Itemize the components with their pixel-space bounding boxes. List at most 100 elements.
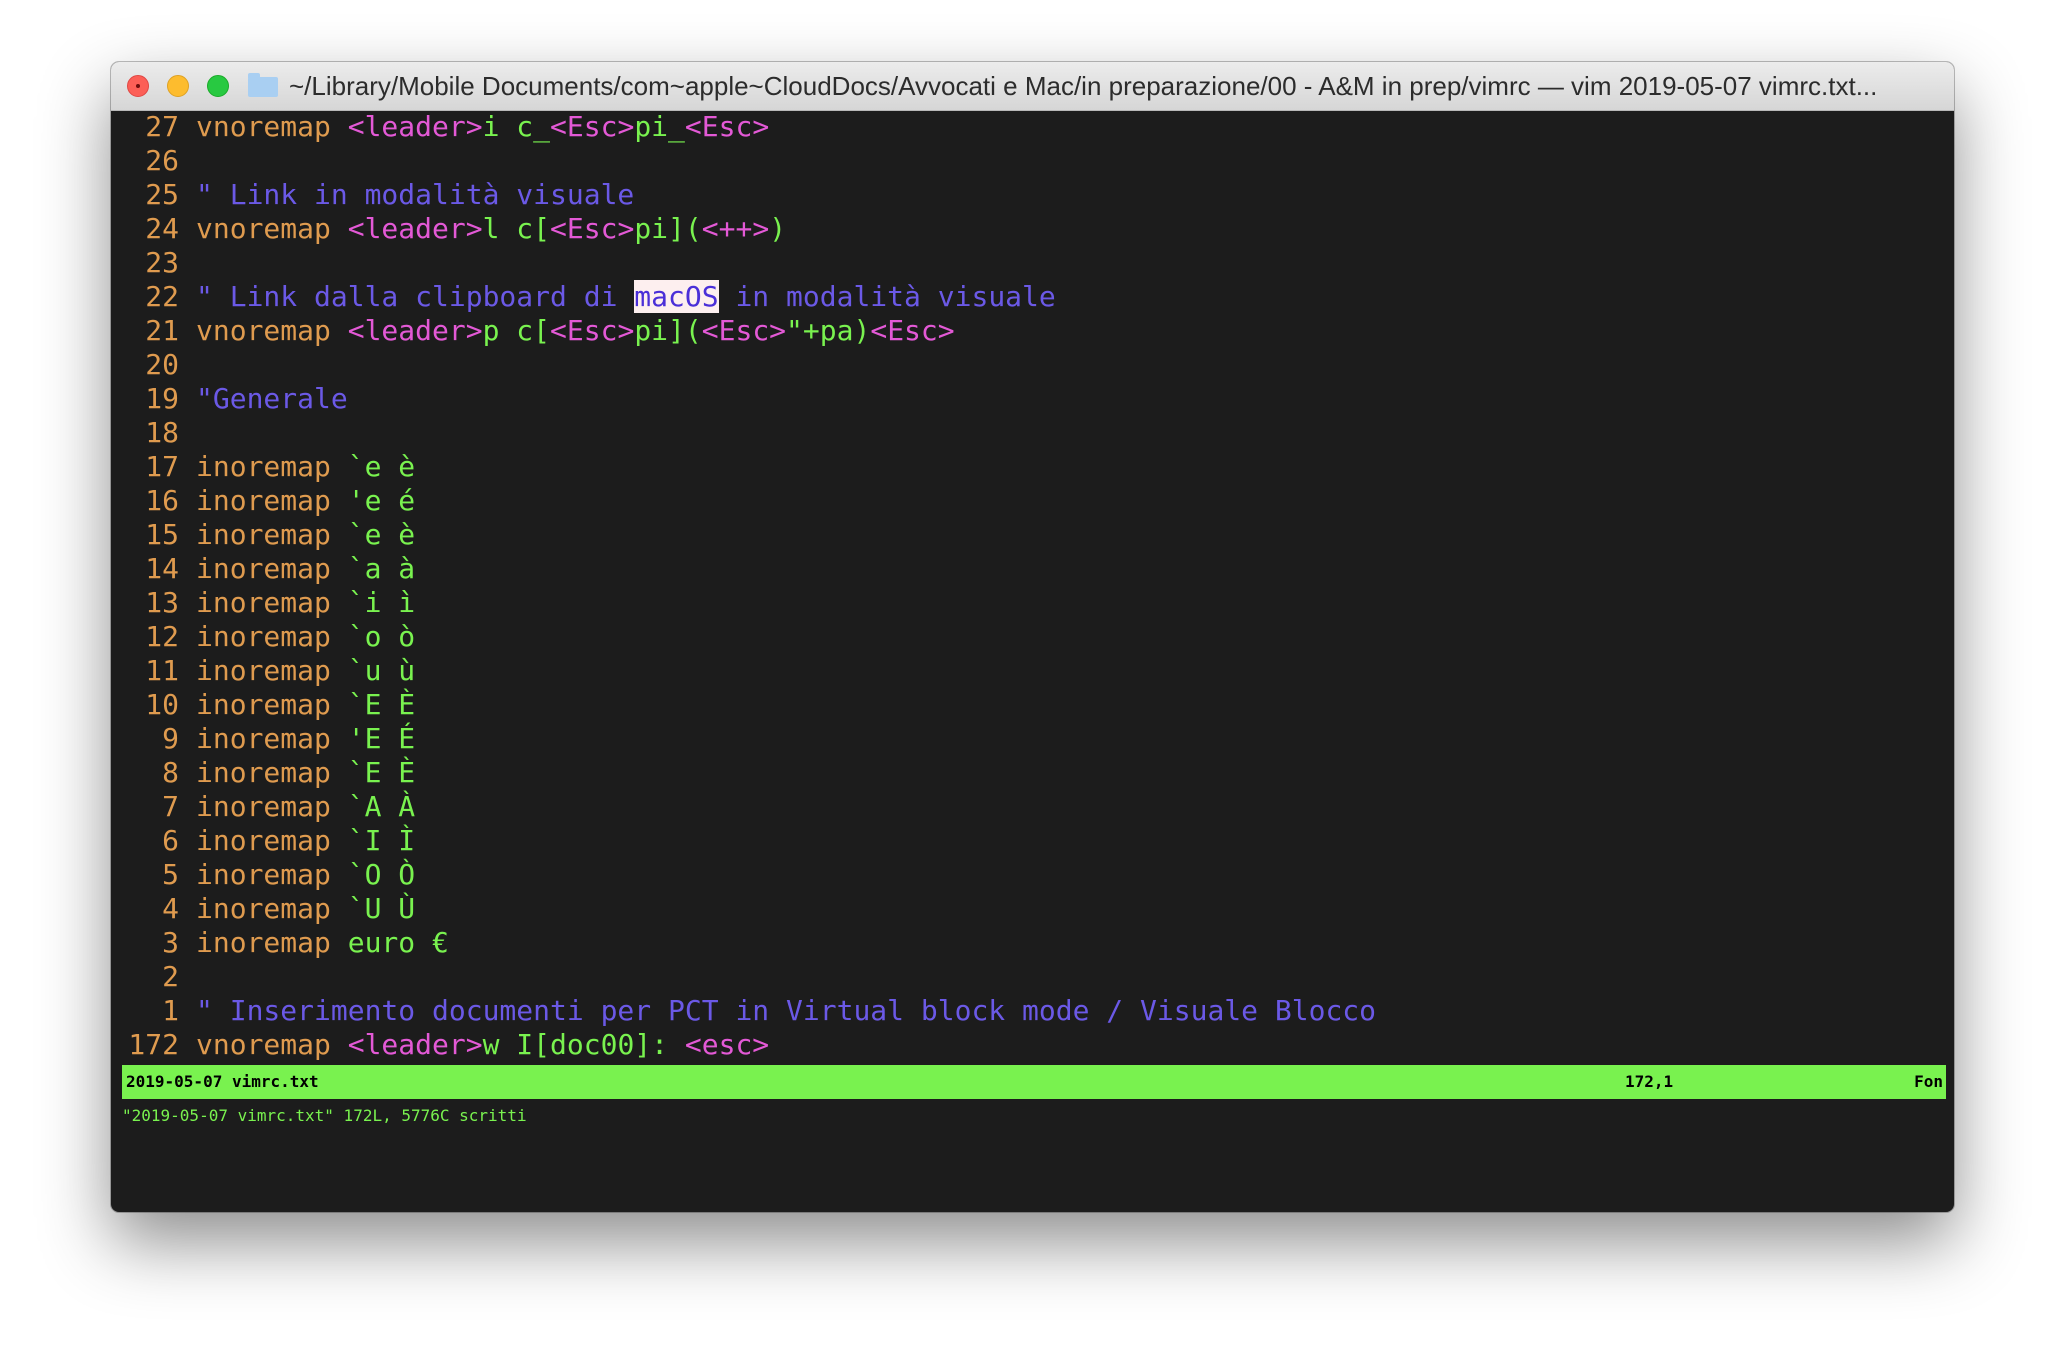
zoom-button[interactable] [207,75,229,97]
code-token: `o ò [347,620,416,653]
line-number: 23 [145,246,179,279]
code-token: <Esc> [550,110,635,143]
code-token: vnoremap [196,314,348,347]
code-token: <leader> [347,314,483,347]
code-token: vnoremap [196,212,348,245]
editor-line[interactable]: 15 inoremap `e è [122,518,1376,552]
line-number: 3 [162,926,179,959]
code-token: `I Ì [347,824,416,857]
status-scroll-position: Fon [1914,1072,1943,1091]
line-number: 7 [162,790,179,823]
code-token: vnoremap [196,110,348,143]
editor-line[interactable]: 3 inoremap euro € [122,926,1376,960]
close-button[interactable] [127,75,149,97]
line-number: 10 [145,688,179,721]
line-number: 15 [145,518,179,551]
code-token: <leader> [347,110,483,143]
code-token: inoremap [196,892,348,925]
code-token: inoremap [196,790,348,823]
editor-line[interactable]: 5 inoremap `O Ò [122,858,1376,892]
code-token: " Link in modalità visuale [196,178,635,211]
code-token: inoremap [196,552,348,585]
editor-line[interactable]: 10 inoremap `E È [122,688,1376,722]
line-number: 21 [145,314,179,347]
line-number: 1 [162,994,179,1027]
editor-line[interactable]: 8 inoremap `E È [122,756,1376,790]
editor-line[interactable]: 27 vnoremap <leader>i c_<Esc>pi_<Esc> [122,110,1376,144]
code-token: inoremap [196,450,348,483]
code-token: <Esc> [550,212,635,245]
editor-line[interactable]: 26 [122,144,1376,178]
code-token: `a à [347,552,416,585]
line-number: 9 [162,722,179,755]
editor-line[interactable]: 13 inoremap `i ì [122,586,1376,620]
code-token: inoremap [196,926,348,959]
editor-line[interactable]: 19 "Generale [122,382,1376,416]
code-token: pi]( [634,314,702,347]
editor-line[interactable]: 22 " Link dalla clipboard di macOS in mod… [122,280,1376,314]
editor-line[interactable]: 17 inoremap `e è [122,450,1376,484]
code-token: euro € [347,926,449,959]
editor-line[interactable]: 9 inoremap 'E É [122,722,1376,756]
editor-line[interactable]: 172 vnoremap <leader>w I[doc00]: <esc> [122,1028,1376,1062]
line-number: 172 [128,1028,179,1061]
code-token: <Esc> [701,314,787,347]
code-token: inoremap [196,654,348,687]
code-token: `O Ò [347,858,416,891]
line-number: 6 [162,824,179,857]
search-match: macOS [634,280,719,313]
line-number: 4 [162,892,179,925]
code-token: w I[doc00]: [482,1028,685,1061]
code-token: `i ì [347,586,416,619]
editor-line[interactable]: 18 [122,416,1376,450]
editor-line[interactable]: 7 inoremap `A À [122,790,1376,824]
line-number: 25 [145,178,179,211]
editor-line[interactable]: 14 inoremap `a à [122,552,1376,586]
window-title: ~/Library/Mobile Documents/com~apple~Clo… [289,71,1878,101]
editor-line[interactable]: 12 inoremap `o ò [122,620,1376,654]
code-token: i c_ [482,110,551,143]
editor-line[interactable]: 25 " Link in modalità visuale [122,178,1376,212]
code-token: `u ù [347,654,416,687]
editor-line[interactable]: 16 inoremap 'e é [122,484,1376,518]
editor-line[interactable]: 20 [122,348,1376,382]
editor-line[interactable]: 24 vnoremap <leader>l c[<Esc>pi](<++>) [122,212,1376,246]
line-number: 11 [145,654,179,687]
editor-line[interactable]: 11 inoremap `u ù [122,654,1376,688]
code-token: inoremap [196,484,348,517]
code-token: <Esc> [870,314,955,347]
code-token: " Link dalla clipboard di [196,280,635,313]
line-number: 2 [162,960,179,993]
folder-icon [248,73,278,97]
code-token: `E È [347,756,416,789]
editor-buffer[interactable]: 27 vnoremap <leader>i c_<Esc>pi_<Esc> 26 25… [122,110,1376,1062]
code-token: inoremap [196,518,348,551]
editor-line[interactable]: 23 [122,246,1376,280]
command-line[interactable]: "2019-05-07 vimrc.txt" 172L, 5776C scrit… [122,1099,527,1133]
code-token: "+pa) [786,314,871,347]
code-token: in modalità visuale [718,280,1056,313]
code-token: `E È [347,688,416,721]
line-number: 27 [145,110,179,143]
editor-line[interactable]: 21 vnoremap <leader>p c[<Esc>pi](<Esc>"+p… [122,314,1376,348]
code-token: inoremap [196,620,348,653]
line-number: 14 [145,552,179,585]
editor-line[interactable]: 6 inoremap `I Ì [122,824,1376,858]
line-number: 22 [145,280,179,313]
code-token: `A À [347,790,416,823]
editor-line[interactable]: 2 [122,960,1376,994]
status-line: 2019-05-07 vimrc.txt 172,1 Fon [122,1065,1946,1099]
title-bar[interactable]: ~/Library/Mobile Documents/com~apple~Clo… [111,62,1954,111]
line-number: 13 [145,586,179,619]
code-token: inoremap [196,722,348,755]
editor-line[interactable]: 4 inoremap `U Ù [122,892,1376,926]
editor-line[interactable]: 1 " Inserimento documenti per PCT in Virt… [122,994,1376,1028]
code-token: `e è [347,450,416,483]
line-number: 16 [145,484,179,517]
code-token: p c[ [482,314,551,347]
line-number: 18 [145,416,179,449]
code-token: `e è [347,518,416,551]
minimize-button[interactable] [167,75,189,97]
code-token: inoremap [196,688,348,721]
terminal-window: ~/Library/Mobile Documents/com~apple~Clo… [111,62,1954,1212]
